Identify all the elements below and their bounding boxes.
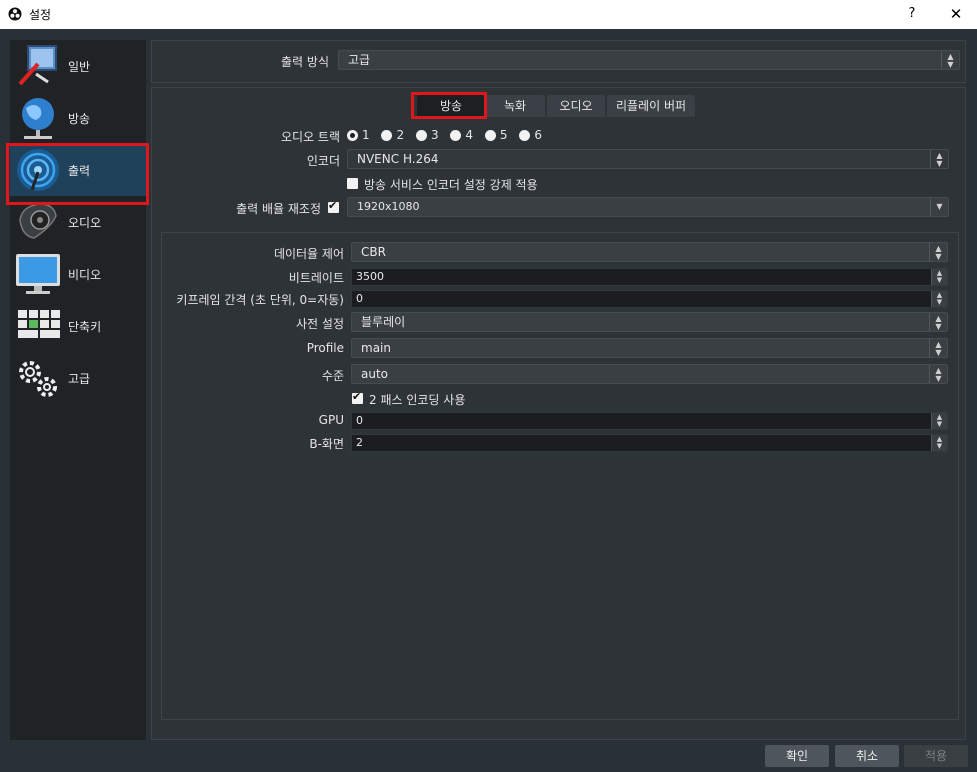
level-label: 수준	[321, 369, 344, 383]
audio-track-option-2[interactable]: 2	[381, 128, 404, 142]
output-mode-value: 고급	[348, 53, 371, 67]
close-button[interactable]: ✕	[935, 0, 977, 29]
rescale-label: 출력 배율 재조정	[236, 202, 321, 216]
output-mode-row: 출력 방식 고급 ▲ ▼	[151, 40, 966, 83]
rate-control-label: 데이터율 제어	[273, 247, 344, 261]
checkmark-icon: ✔	[328, 199, 338, 212]
rescale-resolution-select[interactable]: 1920x1080 ▼	[347, 197, 949, 217]
sidebar-item-label: 오디오	[68, 216, 102, 230]
rate-control-select[interactable]: CBR ▲ ▼	[351, 242, 948, 262]
keyframe-label: 키프레임 간격 (초 단위, 0=자동)	[176, 293, 344, 307]
audio-track-option-6[interactable]: 6	[519, 128, 542, 142]
keyframe-value: 0	[356, 292, 363, 305]
bitrate-label: 비트레이트	[288, 271, 344, 285]
bitrate-value: 3500	[356, 270, 384, 283]
sidebar-item-label: 방송	[68, 112, 91, 126]
audio-track-radio-group: 1 2 3 4 5 6	[347, 128, 550, 142]
general-icon	[18, 45, 57, 86]
title-bar: 설정 ? ✕	[0, 0, 977, 29]
cancel-button[interactable]: 취소	[835, 745, 899, 767]
updown-arrow-icon: ▲ ▼	[941, 51, 959, 69]
spin-arrows-icon[interactable]: ▲ ▼	[931, 435, 947, 451]
encoder-select[interactable]: NVENC H.264 ▲ ▼	[347, 149, 949, 169]
spin-arrows-icon[interactable]: ▲ ▼	[931, 413, 947, 429]
highlight-stream-tab	[411, 92, 487, 119]
preset-select[interactable]: 블루레이 ▲ ▼	[351, 312, 948, 332]
preset-value: 블루레이	[361, 315, 406, 329]
sidebar-item-video[interactable]: 비디오	[10, 248, 146, 300]
enforce-encoder-label: 방송 서비스 인코더 설정 강제 적용	[364, 178, 538, 192]
updown-arrow-icon: ▲ ▼	[930, 150, 948, 168]
rate-control-value: CBR	[361, 245, 386, 259]
sidebar-item-stream[interactable]: 방송	[10, 92, 146, 144]
bframes-value: 2	[356, 436, 363, 449]
ok-button[interactable]: 확인	[765, 745, 829, 767]
profile-value: main	[361, 341, 391, 355]
audio-track-label: 오디오 트랙	[280, 130, 340, 144]
stream-globe-icon	[22, 98, 54, 139]
sidebar-item-hotkeys[interactable]: 단축키	[10, 300, 146, 352]
updown-arrow-icon: ▲ ▼	[929, 243, 947, 261]
audio-track-option-4[interactable]: 4	[450, 128, 473, 142]
help-button[interactable]: ?	[895, 0, 929, 29]
tab-replay-buffer[interactable]: 리플레이 버퍼	[607, 95, 695, 117]
sidebar-item-label: 고급	[68, 372, 91, 386]
window-title: 설정	[29, 8, 52, 22]
bframes-label: B-화면	[309, 437, 344, 451]
bitrate-input[interactable]: 3500 ▲ ▼	[351, 268, 948, 286]
chevron-down-icon: ▼	[930, 198, 948, 216]
enforce-encoder-checkbox[interactable]	[347, 178, 358, 189]
spin-arrows-icon[interactable]: ▲ ▼	[931, 291, 947, 307]
spin-arrows-icon[interactable]: ▲ ▼	[931, 269, 947, 285]
speaker-icon	[19, 203, 57, 239]
settings-main-panel: 출력 방식 고급 ▲ ▼ 방송 녹화 오디오 리플레이 버퍼 오디오 트랙 1 2…	[151, 40, 966, 740]
two-pass-label: 2 패스 인코딩 사용	[369, 393, 466, 407]
apply-button[interactable]: 적용	[904, 745, 968, 767]
encoder-label: 인코더	[306, 154, 340, 168]
sidebar-item-label: 비디오	[68, 268, 102, 282]
rescale-checkbox[interactable]: ✔	[328, 199, 339, 213]
level-select[interactable]: auto ▲ ▼	[351, 364, 948, 384]
preset-label: 사전 설정	[296, 317, 344, 331]
updown-arrow-icon: ▲ ▼	[929, 365, 947, 383]
gpu-input[interactable]: 0 ▲ ▼	[351, 412, 948, 430]
audio-track-option-5[interactable]: 5	[484, 128, 508, 142]
keyframe-input[interactable]: 0 ▲ ▼	[351, 290, 948, 308]
output-mode-label: 출력 방식	[281, 55, 329, 69]
sidebar-item-advanced[interactable]: 고급	[10, 352, 146, 404]
obs-logo-icon	[8, 7, 22, 21]
bframes-input[interactable]: 2 ▲ ▼	[351, 434, 948, 452]
tab-recording[interactable]: 녹화	[485, 95, 545, 117]
audio-track-option-1[interactable]: 1	[347, 128, 370, 142]
sidebar-item-label: 일반	[68, 60, 91, 74]
updown-arrow-icon: ▲ ▼	[929, 313, 947, 331]
gears-icon	[19, 361, 57, 397]
output-mode-select[interactable]: 고급 ▲ ▼	[338, 50, 960, 70]
audio-track-option-3[interactable]: 3	[415, 128, 439, 142]
gpu-label: GPU	[318, 413, 344, 427]
profile-label: Profile	[306, 341, 344, 355]
level-value: auto	[361, 367, 389, 381]
rescale-value: 1920x1080	[357, 200, 420, 213]
monitor-icon	[16, 254, 60, 294]
encoder-value: NVENC H.264	[357, 152, 439, 166]
updown-arrow-icon: ▲ ▼	[929, 339, 947, 357]
sidebar-item-general[interactable]: 일반	[10, 40, 146, 92]
keyboard-icon	[18, 310, 60, 338]
highlight-output-sidebar	[6, 143, 149, 205]
checkmark-icon: ✔	[352, 390, 362, 403]
sidebar-item-label: 단축키	[68, 320, 102, 334]
tab-audio[interactable]: 오디오	[547, 95, 605, 117]
two-pass-checkbox[interactable]: ✔	[352, 390, 363, 404]
gpu-value: 0	[356, 414, 363, 427]
profile-select[interactable]: main ▲ ▼	[351, 338, 948, 358]
